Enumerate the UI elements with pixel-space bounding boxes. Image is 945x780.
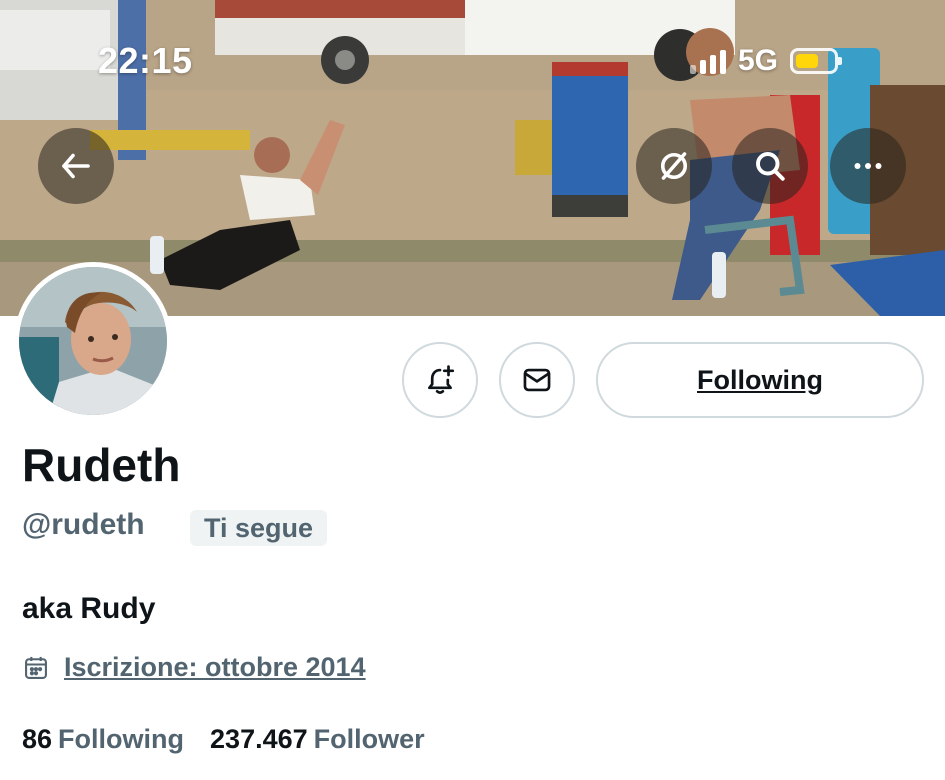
- display-name: Rudeth: [22, 439, 181, 491]
- slash-circle-icon: [660, 152, 688, 180]
- more-horizontal-icon: [854, 163, 882, 169]
- notify-button[interactable]: [402, 342, 478, 418]
- search-icon: [756, 152, 785, 181]
- calendar-icon: [25, 656, 47, 679]
- follows-you-badge: Ti segue: [190, 510, 328, 546]
- network-label: 5G: [738, 44, 779, 77]
- join-date-text: Iscrizione: ottobre 2014: [64, 652, 366, 682]
- followers-stat[interactable]: 237.467 Follower: [210, 724, 425, 755]
- followers-count: 237.467: [210, 724, 308, 754]
- grok-button[interactable]: [636, 128, 712, 204]
- avatar-photo: [19, 267, 167, 415]
- signal-icon: [690, 48, 726, 74]
- followers-label: Follower: [313, 724, 425, 754]
- following-button-label: Following: [697, 364, 823, 395]
- join-date: Iscrizione: ottobre 2014: [22, 652, 366, 683]
- envelope-icon: [523, 368, 551, 392]
- search-button[interactable]: [732, 128, 808, 204]
- status-indicators: 5G: [690, 44, 843, 78]
- profile-banner[interactable]: 22:15 5G: [0, 0, 945, 316]
- following-label: Following: [58, 724, 185, 754]
- user-handle: @rudeth: [22, 508, 145, 541]
- back-button[interactable]: [38, 128, 114, 204]
- follow-stats: 86 Following 237.467 Follower: [22, 724, 425, 755]
- more-button[interactable]: [830, 128, 906, 204]
- following-button[interactable]: Following: [596, 342, 924, 418]
- following-count: 86: [22, 724, 53, 754]
- battery-icon: [790, 48, 843, 74]
- avatar[interactable]: [14, 262, 172, 420]
- profile-bio: aka Rudy: [22, 592, 156, 625]
- status-time: 22:15: [98, 40, 193, 81]
- following-stat[interactable]: 86 Following: [22, 724, 184, 755]
- arrow-left-icon: [62, 153, 90, 179]
- bell-plus-icon: [428, 365, 455, 394]
- message-button[interactable]: [499, 342, 575, 418]
